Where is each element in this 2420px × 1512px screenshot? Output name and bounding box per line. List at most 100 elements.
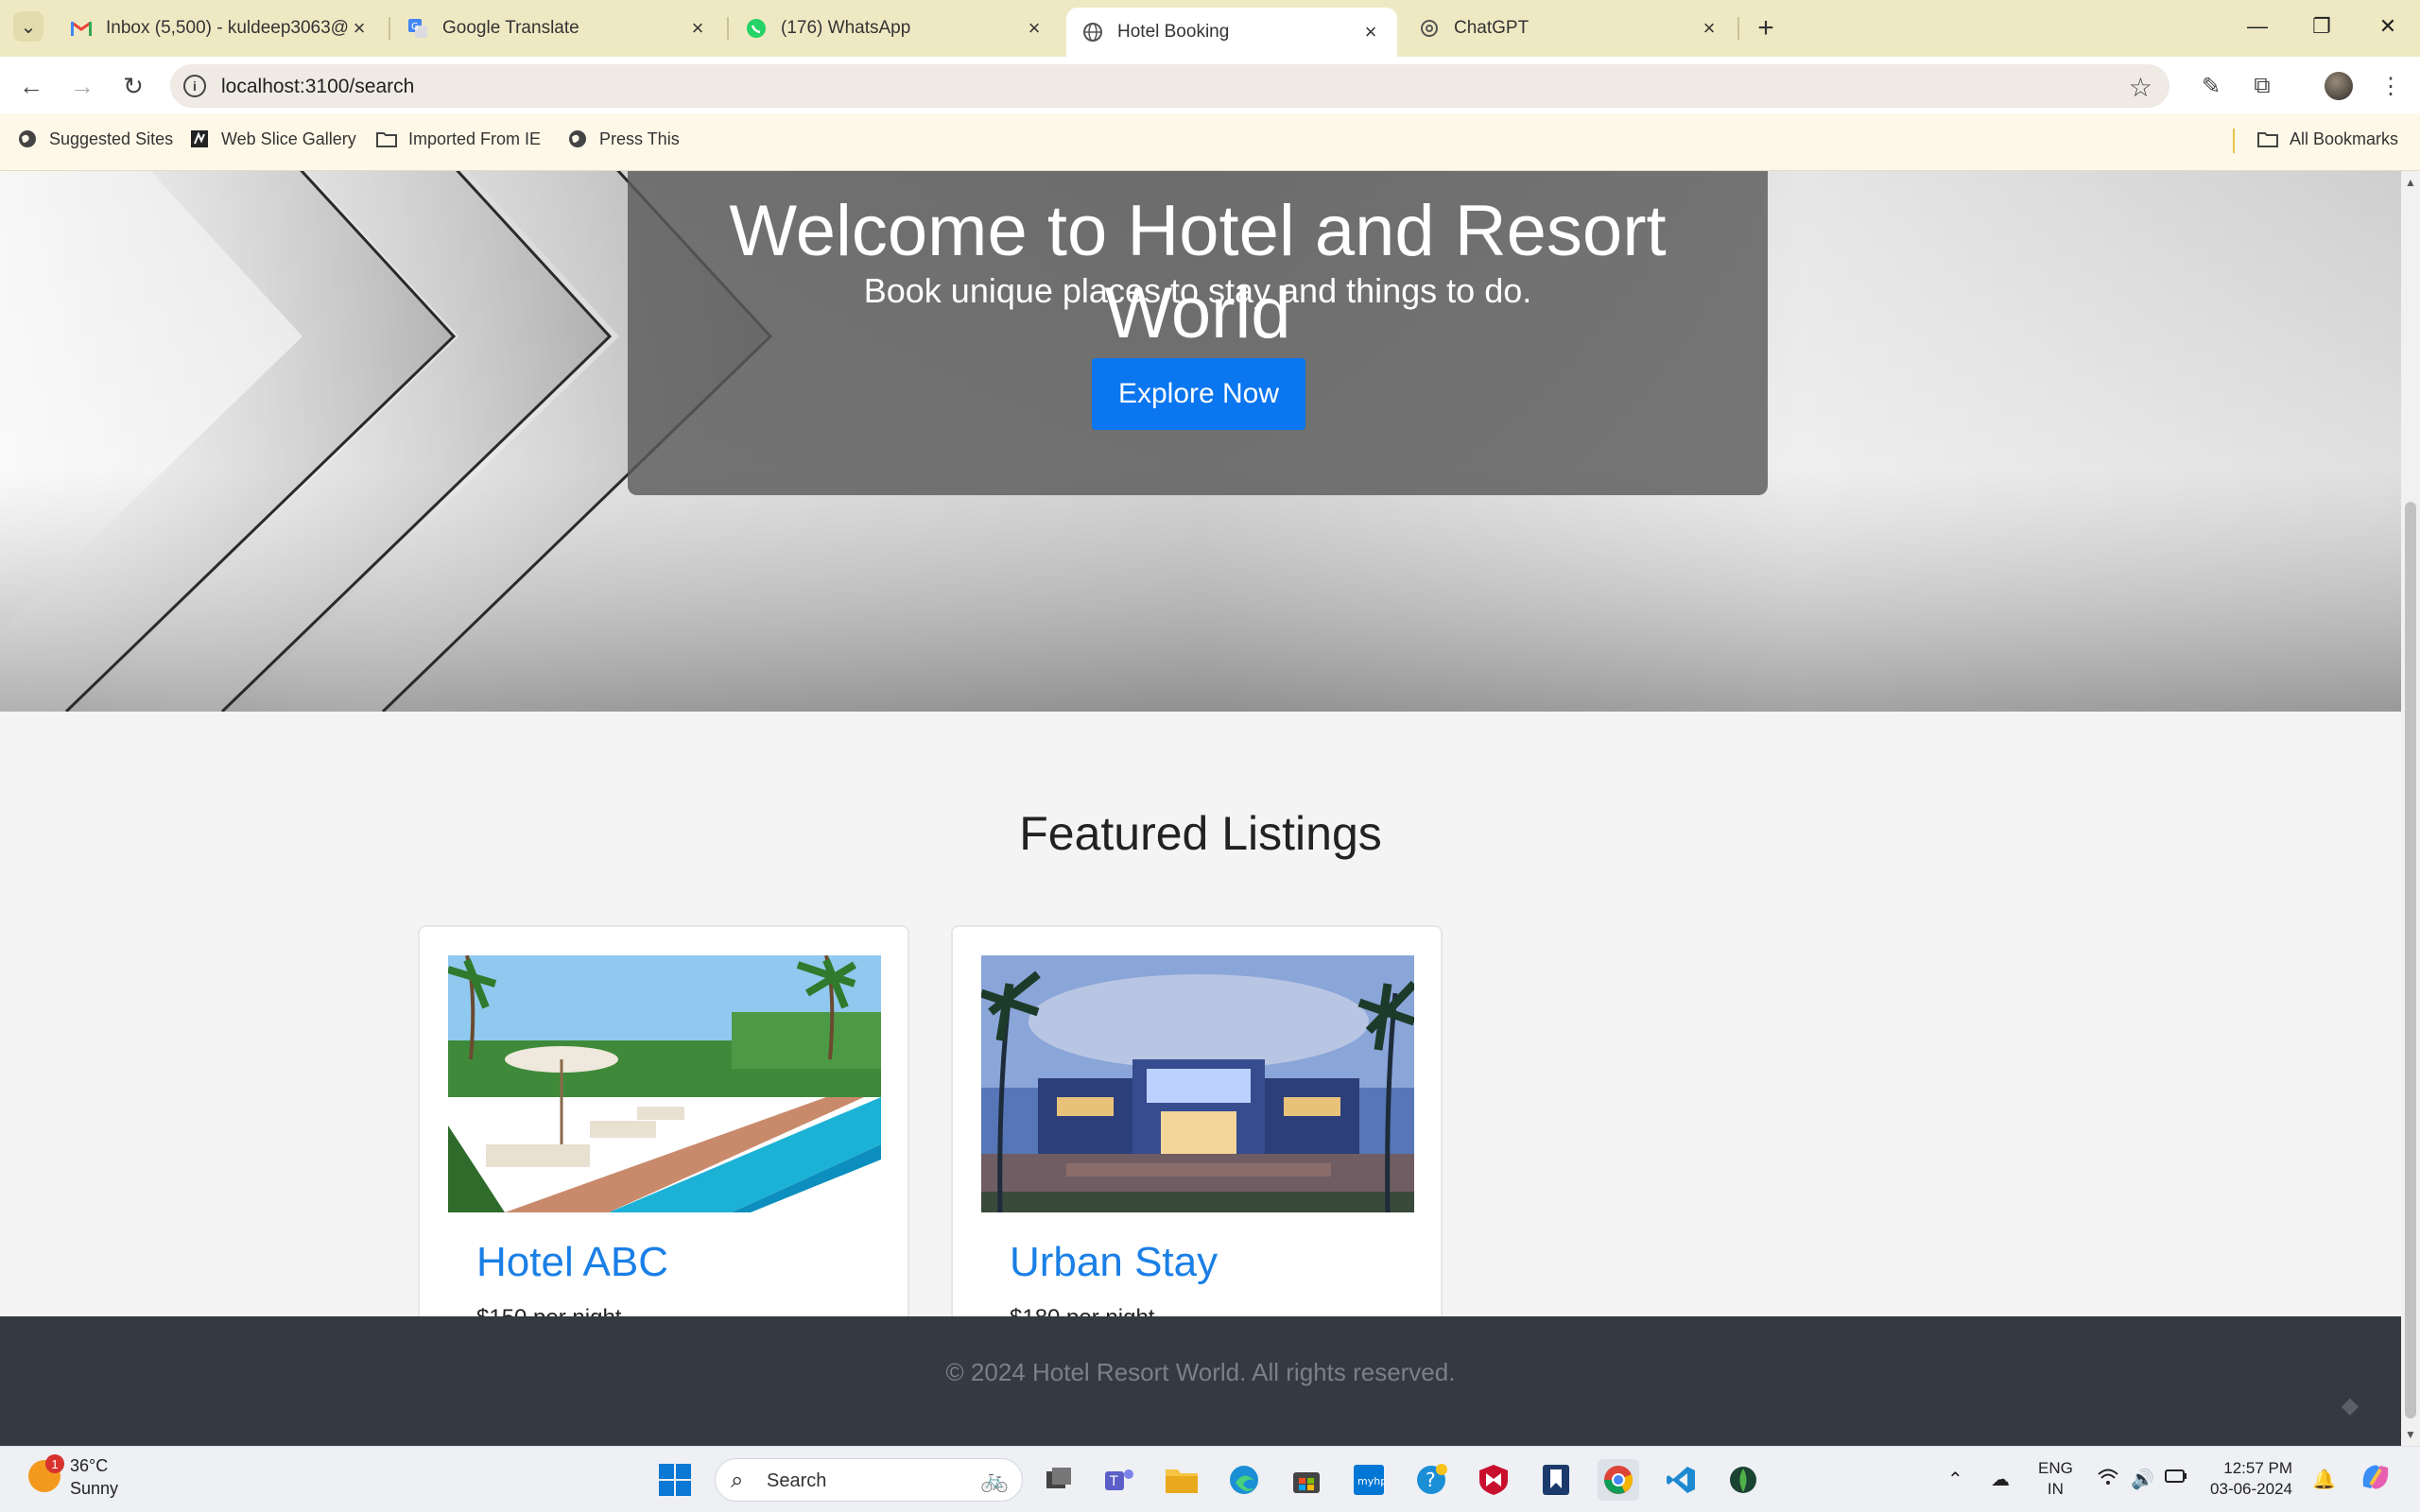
close-icon[interactable]: × xyxy=(1698,16,1720,40)
pinned-app[interactable] xyxy=(1535,1459,1577,1501)
clock[interactable]: 12:57 PM 03-06-2024 xyxy=(2207,1458,2292,1500)
tab-chatgpt[interactable]: ChatGPT × xyxy=(1403,8,1736,49)
chrome-icon xyxy=(1604,1466,1634,1494)
scrollbar-thumb[interactable] xyxy=(2405,502,2416,1418)
scroll-up-arrow-icon[interactable]: ▲ xyxy=(2401,173,2420,192)
eyedropper-icon: ✎ xyxy=(2201,73,2221,99)
kebab-menu-icon: ⋮ xyxy=(2379,73,2402,99)
tab-title: (176) WhatsApp xyxy=(781,18,911,38)
close-window-button[interactable]: ✕ xyxy=(2363,9,2412,43)
svg-text:myhp: myhp xyxy=(1357,1475,1385,1487)
tab-title: Google Translate xyxy=(442,18,579,38)
globe-icon xyxy=(17,129,38,149)
language-indicator[interactable]: ENG IN xyxy=(2038,1458,2073,1500)
notification-badge: 1 xyxy=(45,1454,64,1473)
tab-search-button[interactable]: ⌄ xyxy=(13,11,43,42)
tab-title: Hotel Booking xyxy=(1117,22,1230,42)
edge-icon xyxy=(1230,1466,1258,1494)
start-button[interactable] xyxy=(654,1459,696,1501)
search-icon: ⌕ xyxy=(731,1468,744,1493)
restore-icon: ❐ xyxy=(2312,14,2331,38)
chrome-app[interactable] xyxy=(1598,1459,1639,1501)
mcafee-app[interactable] xyxy=(1473,1459,1514,1501)
windows-logo-icon xyxy=(659,1464,691,1496)
store-app[interactable] xyxy=(1286,1459,1327,1501)
star-icon[interactable]: ☆ xyxy=(2129,72,2152,103)
close-icon[interactable]: × xyxy=(1023,16,1046,40)
listing-name[interactable]: Hotel ABC xyxy=(476,1239,668,1286)
tab-separator xyxy=(1737,17,1739,40)
edge-app[interactable] xyxy=(1223,1459,1265,1501)
pool-resort-photo[interactable] xyxy=(448,955,881,1212)
tab-gmail[interactable]: Inbox (5,500) - kuldeep3063@g × xyxy=(55,8,386,49)
mongodb-compass-app[interactable] xyxy=(1722,1459,1764,1501)
close-icon[interactable]: × xyxy=(348,16,371,40)
task-view-button[interactable] xyxy=(1038,1459,1080,1501)
tab-whatsapp[interactable]: (176) WhatsApp × xyxy=(730,8,1061,49)
weather-temp: 36°C xyxy=(70,1456,109,1475)
close-icon[interactable]: × xyxy=(1359,20,1382,43)
profile-button[interactable] xyxy=(2323,70,2355,102)
footer-copyright: © 2024 Hotel Resort World. All rights re… xyxy=(945,1358,1456,1386)
file-explorer-app[interactable] xyxy=(1161,1459,1202,1501)
browser-toolbar: ← → ↻ i localhost:3100/search ☆ ✎ ⧉ ⋮ xyxy=(0,57,2420,113)
back-button[interactable]: ← xyxy=(15,70,47,102)
menu-button[interactable]: ⋮ xyxy=(2375,70,2407,102)
page-viewport: Welcome to Hotel and Resort World Book u… xyxy=(0,171,2401,1446)
teams-icon: T xyxy=(1105,1469,1133,1490)
restore-button[interactable]: ❐ xyxy=(2297,9,2346,43)
close-icon[interactable]: × xyxy=(686,16,709,40)
tab-google-translate[interactable]: G Google Translate × xyxy=(391,8,724,49)
bookmark-suggested-sites[interactable]: Suggested Sites xyxy=(17,129,173,149)
extensions-button[interactable]: ⧉ xyxy=(2246,70,2278,102)
wifi-icon[interactable] xyxy=(2097,1468,2119,1492)
listing-name[interactable]: Urban Stay xyxy=(1010,1239,1218,1286)
minimize-button[interactable]: — xyxy=(2233,9,2282,43)
cloud-icon[interactable]: ☁ xyxy=(1991,1468,2010,1491)
bookmark-web-slice-gallery[interactable]: Web Slice Gallery xyxy=(189,129,356,149)
info-icon[interactable]: i xyxy=(183,75,206,97)
tab-separator xyxy=(389,17,390,40)
arrow-left-icon: ← xyxy=(19,71,43,100)
tab-hotel-booking[interactable]: Hotel Booking × xyxy=(1066,8,1397,57)
bicycle-icon: 🚲 xyxy=(980,1468,1009,1493)
weather-desc: Sunny xyxy=(70,1479,119,1498)
explore-now-button[interactable]: Explore Now xyxy=(1092,358,1305,430)
page-scrollbar[interactable]: ▲ ▼ xyxy=(2401,171,2420,1446)
forward-button[interactable]: → xyxy=(66,70,98,102)
avatar xyxy=(2325,72,2353,100)
bookmark-app-icon xyxy=(1543,1465,1569,1495)
url-text[interactable]: localhost:3100/search xyxy=(221,76,414,98)
folder-icon xyxy=(376,129,397,149)
task-view-icon xyxy=(1046,1468,1071,1488)
eyedropper-button[interactable]: ✎ xyxy=(2195,70,2227,102)
copilot-icon[interactable] xyxy=(2360,1462,2392,1498)
chevron-down-icon: ⌄ xyxy=(20,16,37,38)
address-bar[interactable]: i localhost:3100/search ☆ xyxy=(170,64,2169,108)
all-bookmarks-button[interactable]: All Bookmarks xyxy=(2257,129,2398,149)
bookmark-imported-from-ie[interactable]: Imported From IE xyxy=(376,129,541,149)
mcafee-shield-icon xyxy=(1479,1465,1508,1495)
svg-text:G: G xyxy=(411,22,419,32)
help-app[interactable]: ? xyxy=(1410,1459,1452,1501)
hotel-building-photo[interactable] xyxy=(981,955,1414,1212)
taskbar-search[interactable]: ⌕ Search 🚲 xyxy=(715,1458,1023,1502)
new-tab-button[interactable]: + xyxy=(1751,12,1781,43)
speaker-icon[interactable]: 🔊 xyxy=(2131,1468,2154,1491)
hero-overlay-box: Welcome to Hotel and Resort World Book u… xyxy=(628,171,1768,495)
reload-button[interactable]: ↻ xyxy=(117,70,149,102)
battery-icon[interactable] xyxy=(2165,1468,2187,1489)
taskbar-search-label: Search xyxy=(767,1470,827,1491)
scroll-down-arrow-icon[interactable]: ▼ xyxy=(2401,1425,2420,1444)
vscode-app[interactable] xyxy=(1660,1459,1702,1501)
notification-bell-icon[interactable]: 🔔 xyxy=(2312,1468,2336,1491)
chevron-up-icon[interactable]: ⌃ xyxy=(1947,1468,1963,1491)
teams-app[interactable]: T xyxy=(1098,1459,1140,1501)
folder-icon xyxy=(1166,1469,1198,1493)
bookmark-label: Suggested Sites xyxy=(49,129,174,148)
bookmark-press-this[interactable]: Press This xyxy=(567,129,680,149)
hero-section: Welcome to Hotel and Resort World Book u… xyxy=(0,171,2401,712)
myhp-app[interactable]: myhp xyxy=(1348,1459,1390,1501)
hero-subtitle: Book unique places to stay and things to… xyxy=(863,271,1532,310)
diamond-icon[interactable]: ◆ xyxy=(2333,1388,2367,1422)
